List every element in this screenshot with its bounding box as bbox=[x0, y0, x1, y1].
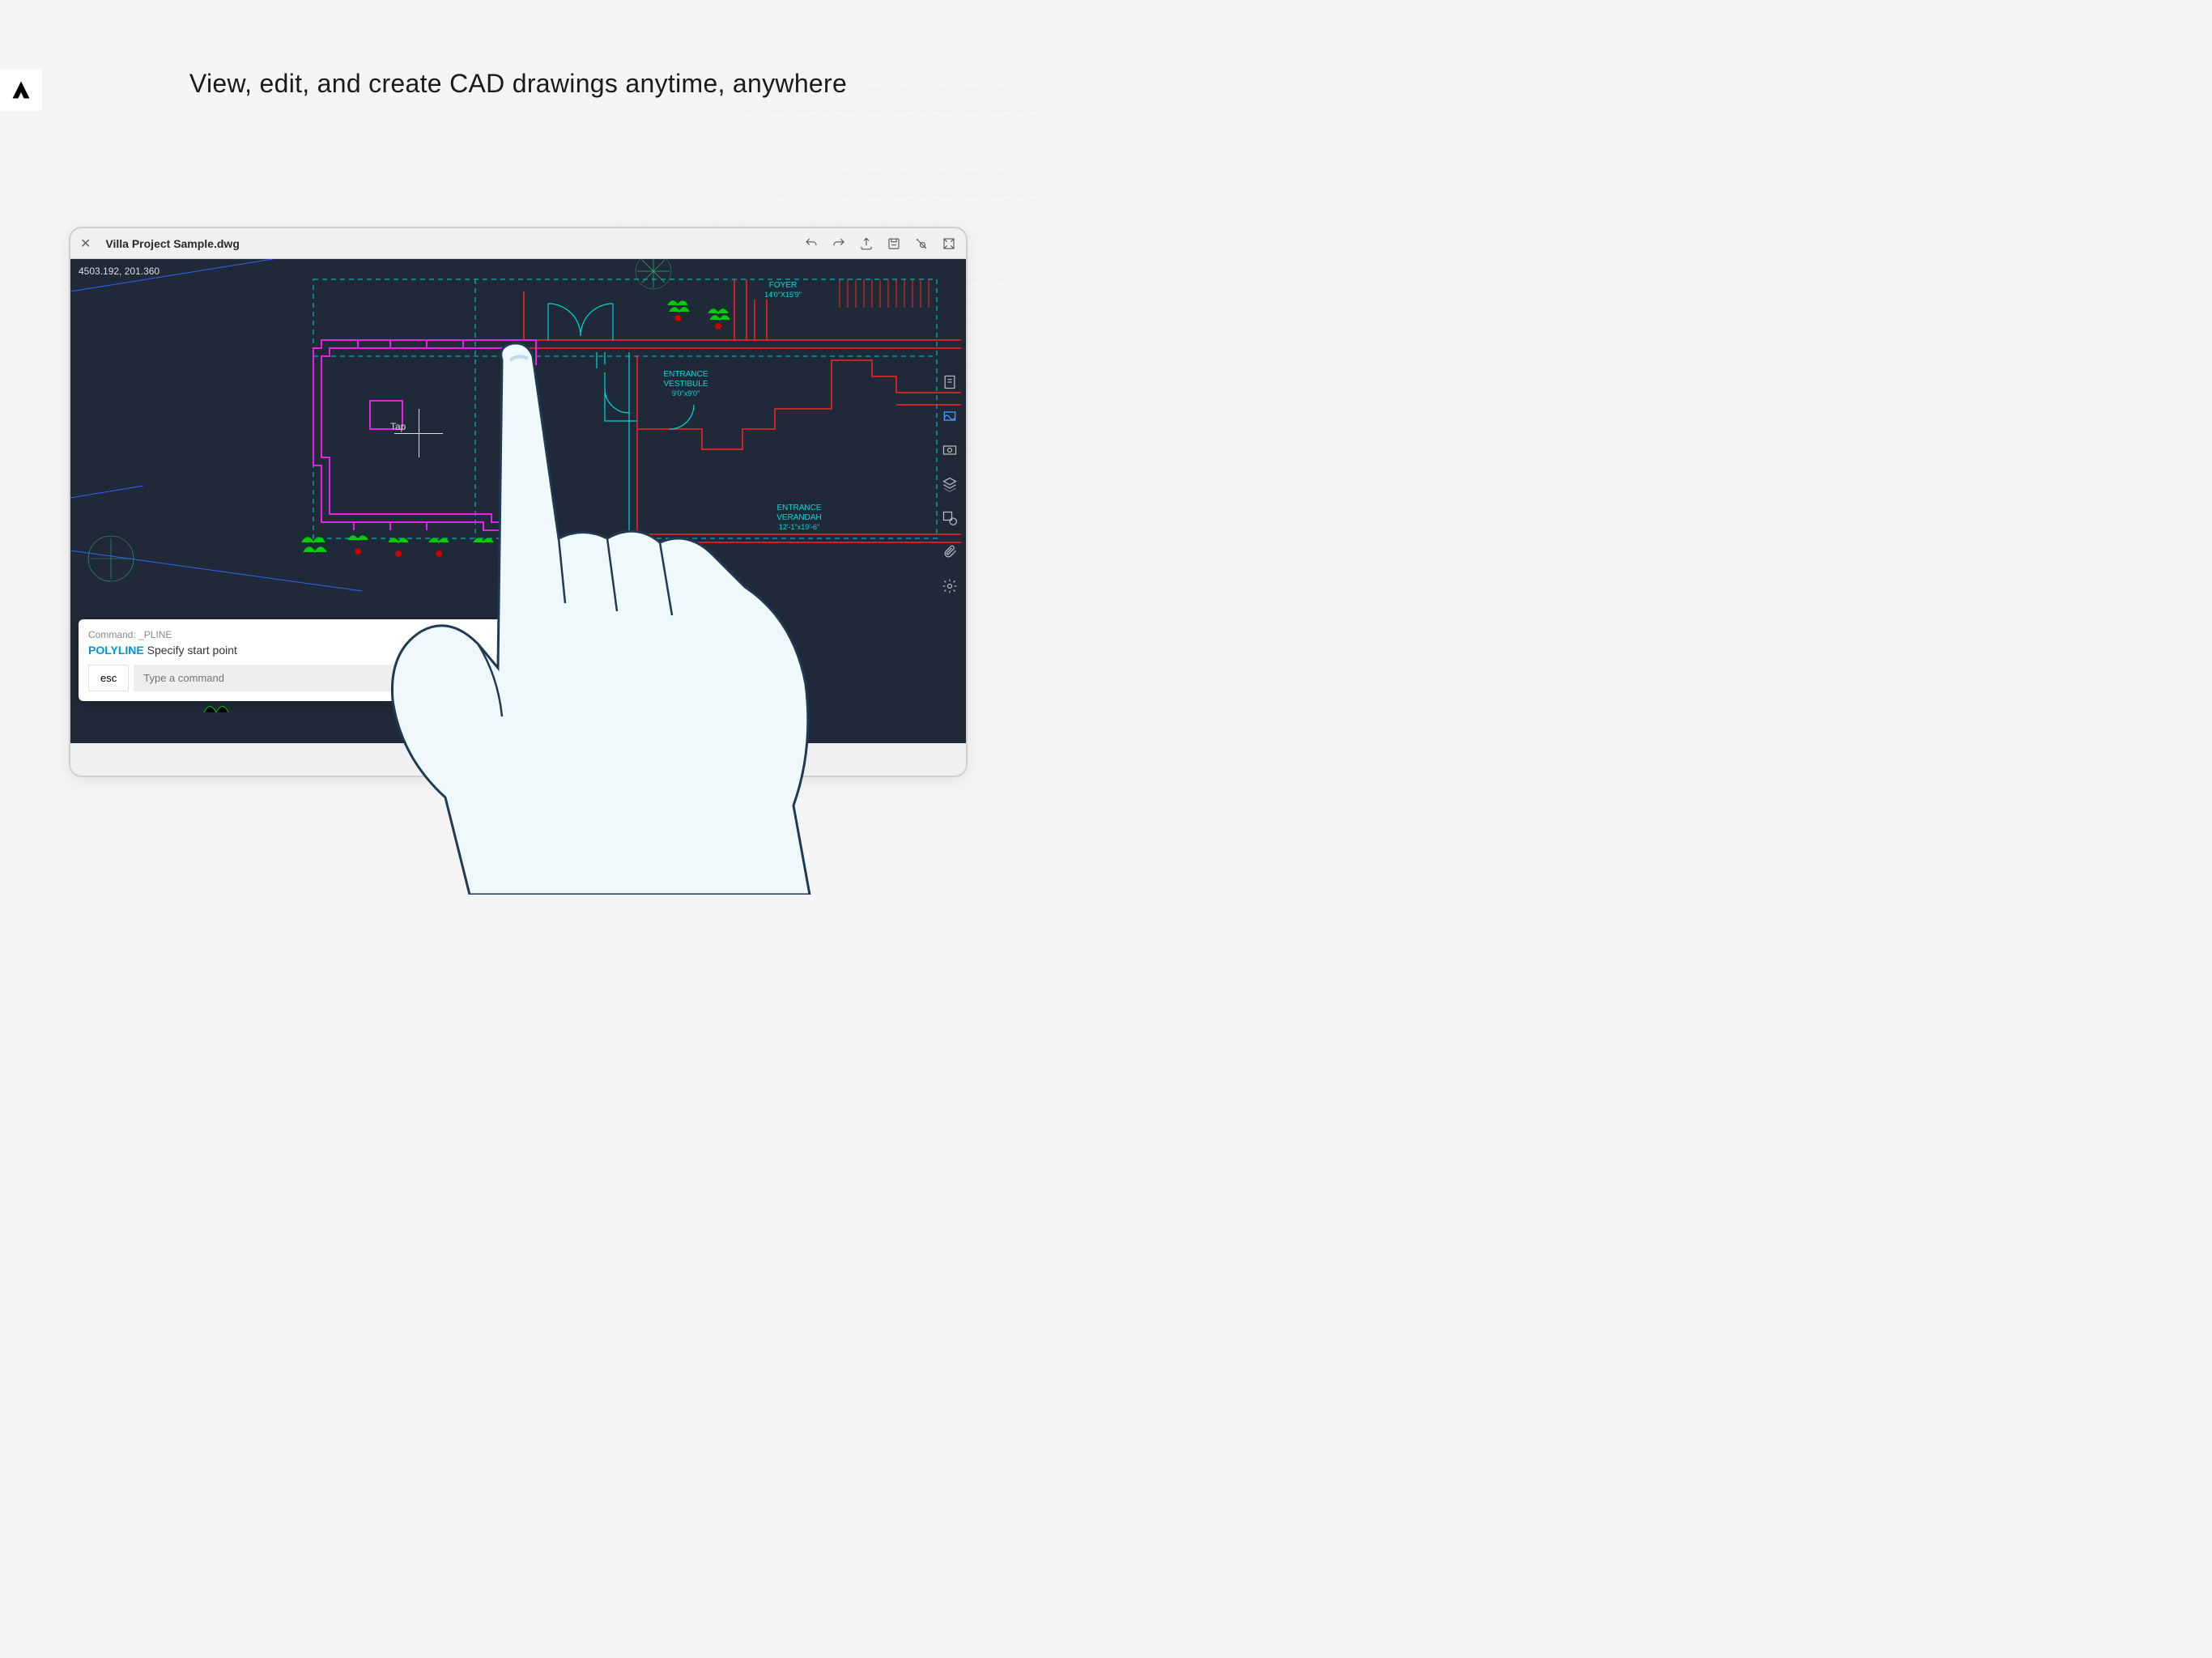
tool-draw-icon[interactable] bbox=[940, 406, 959, 426]
command-history: Command: _PLINE bbox=[88, 629, 514, 640]
command-text: Specify start point bbox=[147, 644, 237, 657]
foyer-dim: 14'0"X15'9" bbox=[764, 291, 802, 299]
foyer-label: FOYER bbox=[769, 281, 797, 290]
close-icon[interactable]: ✕ bbox=[80, 236, 91, 252]
command-name: POLYLINE bbox=[88, 644, 144, 657]
tool-settings-icon[interactable] bbox=[940, 576, 959, 596]
command-input[interactable] bbox=[134, 665, 460, 691]
enter-button[interactable]: Enter bbox=[465, 665, 514, 691]
side-toolbar bbox=[940, 372, 959, 596]
measure-icon[interactable] bbox=[914, 236, 929, 251]
verandah-dim: 12'-1"x19'-6" bbox=[779, 523, 819, 531]
command-panel: Command: _PLINE POLYLINE Specify start p… bbox=[79, 619, 524, 701]
home-indicator bbox=[70, 743, 966, 776]
save-icon[interactable] bbox=[887, 236, 901, 251]
tool-attach-icon[interactable] bbox=[940, 542, 959, 562]
tool-properties-icon[interactable] bbox=[940, 372, 959, 392]
verandah-label2: VERANDAH bbox=[776, 513, 822, 522]
drawing-canvas[interactable]: 4503.192, 201.360 bbox=[70, 259, 966, 745]
verandah-label: ENTRANCE bbox=[776, 504, 821, 512]
undo-icon[interactable] bbox=[804, 236, 819, 251]
device-frame: ✕ Villa Project Sample.dwg 4503.192, 201… bbox=[69, 227, 968, 777]
document-filename: Villa Project Sample.dwg bbox=[105, 237, 804, 250]
expand-icon[interactable] bbox=[942, 236, 956, 251]
vestibule-label2: VESTIBULE bbox=[663, 380, 708, 389]
tool-view-icon[interactable] bbox=[940, 440, 959, 460]
vestibule-dim: 9'0"x9'0" bbox=[672, 389, 700, 397]
tap-label: Tap bbox=[390, 421, 406, 432]
top-toolbar: ✕ Villa Project Sample.dwg bbox=[70, 228, 966, 259]
esc-button[interactable]: esc bbox=[88, 665, 129, 691]
tool-shape-icon[interactable] bbox=[940, 508, 959, 528]
page-headline: View, edit, and create CAD drawings anyt… bbox=[0, 69, 1036, 99]
redo-icon[interactable] bbox=[832, 236, 846, 251]
vestibule-label: ENTRANCE bbox=[663, 370, 708, 379]
upload-icon[interactable] bbox=[859, 236, 874, 251]
coordinate-display: 4503.192, 201.360 bbox=[79, 266, 160, 277]
tool-layers-icon[interactable] bbox=[940, 474, 959, 494]
command-prompt: POLYLINE Specify start point bbox=[88, 644, 514, 657]
